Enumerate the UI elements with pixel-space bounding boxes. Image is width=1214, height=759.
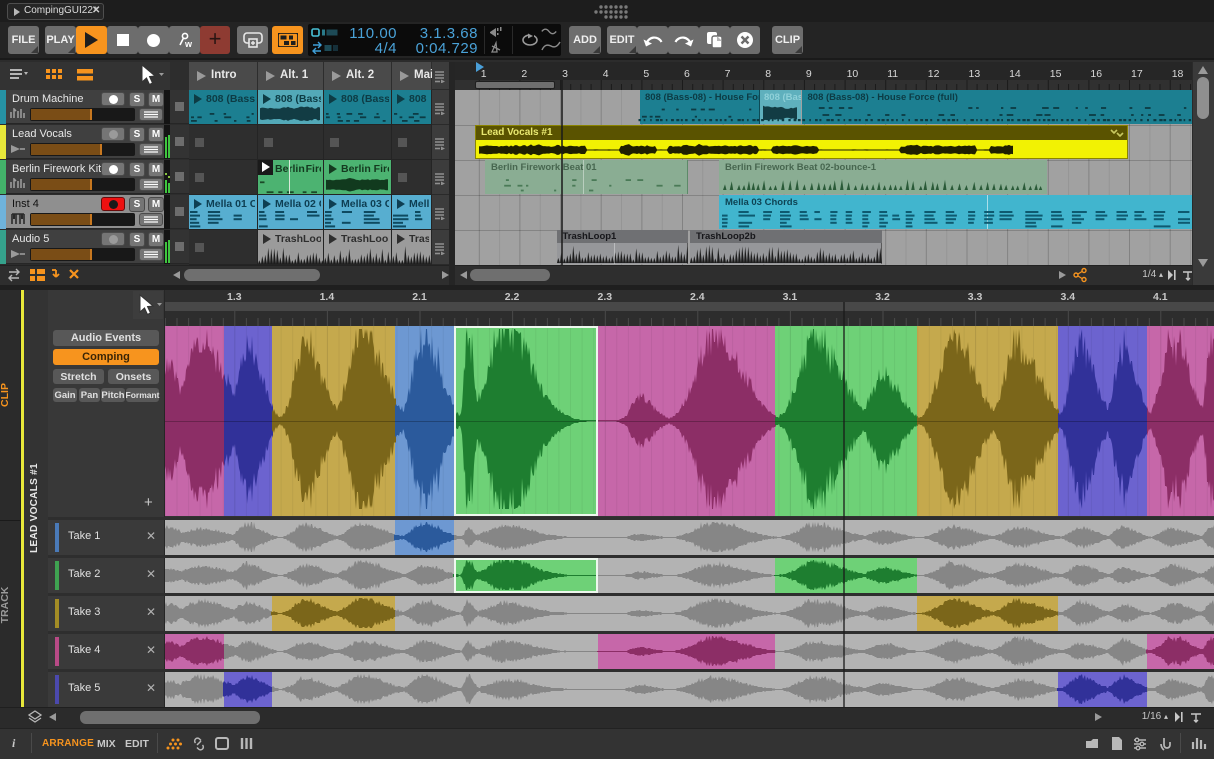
svg-text:8: 8 <box>765 68 771 80</box>
svg-text:4: 4 <box>603 68 609 80</box>
svg-text:3.1: 3.1 <box>783 291 798 303</box>
svg-text:7: 7 <box>725 68 731 80</box>
svg-text:1.3: 1.3 <box>227 291 242 303</box>
svg-text:13: 13 <box>969 68 981 80</box>
svg-text:2.3: 2.3 <box>597 291 612 303</box>
svg-text:5: 5 <box>643 68 649 80</box>
svg-text:4.1: 4.1 <box>1153 291 1168 303</box>
svg-text:18: 18 <box>1172 68 1184 80</box>
svg-text:12: 12 <box>928 68 940 80</box>
svg-text:3.2: 3.2 <box>875 291 890 303</box>
svg-text:2.2: 2.2 <box>505 291 520 303</box>
svg-text:2: 2 <box>521 68 527 80</box>
svg-text:15: 15 <box>1050 68 1062 80</box>
svg-text:6: 6 <box>684 68 690 80</box>
svg-text:1.4: 1.4 <box>320 291 335 303</box>
svg-text:3: 3 <box>562 68 568 80</box>
svg-text:16: 16 <box>1090 68 1102 80</box>
svg-text:3.3: 3.3 <box>968 291 983 303</box>
svg-text:w: w <box>184 39 193 49</box>
svg-text:2.4: 2.4 <box>690 291 705 303</box>
svg-text:2.1: 2.1 <box>412 291 427 303</box>
svg-text:11: 11 <box>887 68 898 80</box>
svg-text:10: 10 <box>847 68 859 80</box>
svg-text:17: 17 <box>1131 68 1143 80</box>
svg-text:9: 9 <box>806 68 812 80</box>
svg-text:3.4: 3.4 <box>1060 291 1075 303</box>
svg-text:14: 14 <box>1009 68 1021 80</box>
